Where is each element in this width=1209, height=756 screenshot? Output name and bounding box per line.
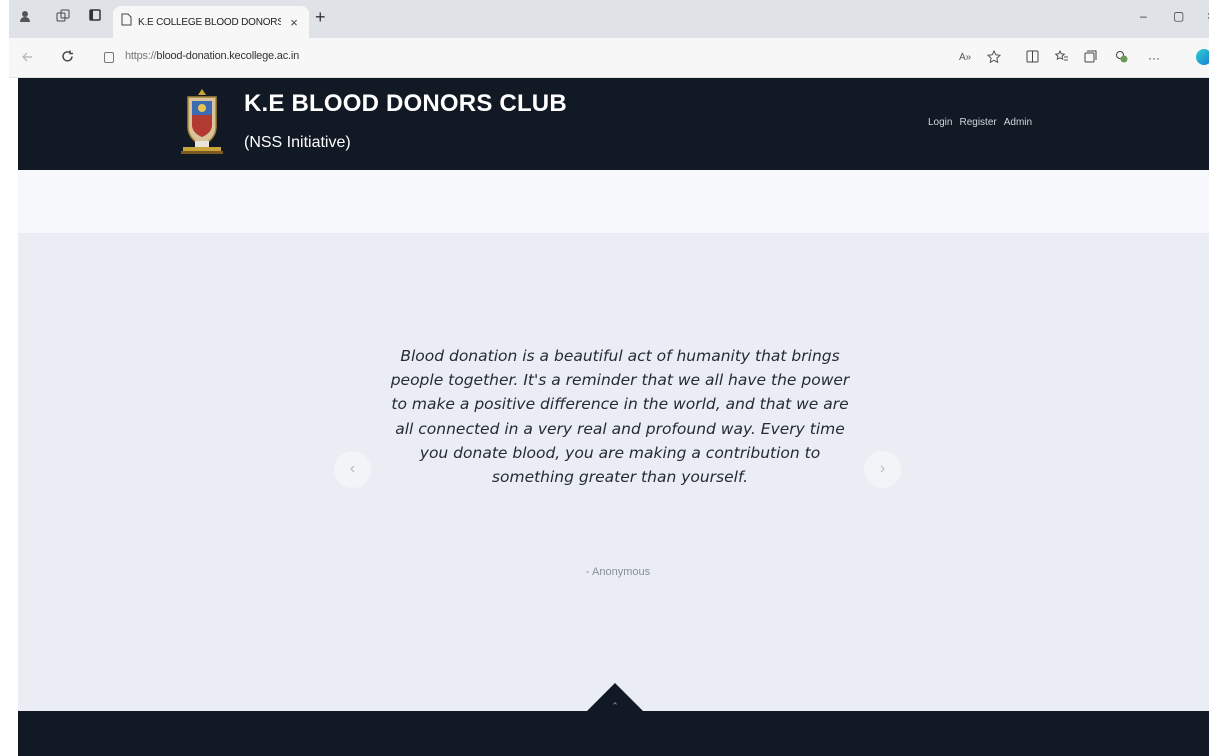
- workspaces-icon[interactable]: [55, 9, 71, 25]
- testimonial-carousel: ‹ Blood donation is a beautiful act of h…: [18, 233, 1209, 711]
- url-protocol: https://: [125, 50, 157, 62]
- carousel-next-button[interactable]: ›: [864, 451, 901, 488]
- tab-close-icon[interactable]: ×: [287, 15, 301, 30]
- nav-register-link[interactable]: Register: [959, 117, 996, 128]
- profile-icon[interactable]: [17, 9, 33, 25]
- tab-title: K.E COLLEGE BLOOD DONORS CL: [138, 16, 281, 28]
- url-field[interactable]: https://blood-donation.kecollege.ac.in: [125, 50, 299, 62]
- url-host: blood-donation.kecollege.ac.in: [156, 50, 300, 62]
- site-footer: [18, 711, 1209, 756]
- college-logo[interactable]: [181, 87, 223, 159]
- favorites-icon[interactable]: [1054, 49, 1069, 67]
- browser-tab-bar: K.E COLLEGE BLOOD DONORS CL × + – ▢ ×: [9, 0, 1209, 38]
- top-nav: Login Register Admin: [928, 117, 1032, 128]
- site-title: K.E BLOOD DONORS CLUB: [244, 90, 567, 117]
- restore-button[interactable]: ▢: [1173, 9, 1184, 23]
- browser-window: K.E COLLEGE BLOOD DONORS CL × + – ▢ × ht…: [0, 0, 1209, 756]
- site-subtitle: (NSS Initiative): [244, 134, 351, 151]
- top-spacer-strip: [18, 170, 1209, 233]
- address-bar-row: https://blood-donation.kecollege.ac.in A…: [9, 38, 1209, 78]
- testimonial-quote: Blood donation is a beautiful act of hum…: [390, 347, 850, 487]
- refresh-icon[interactable]: [61, 50, 74, 66]
- carousel-prev-button[interactable]: ‹: [334, 451, 371, 488]
- site-header: K.E BLOOD DONORS CLUB (NSS Initiative) L…: [18, 78, 1209, 170]
- nav-admin-link[interactable]: Admin: [1004, 117, 1032, 128]
- minimize-button[interactable]: –: [1140, 9, 1147, 23]
- tab-active[interactable]: K.E COLLEGE BLOOD DONORS CL ×: [113, 6, 309, 38]
- nav-login-link[interactable]: Login: [928, 117, 952, 128]
- favorite-star-icon[interactable]: [986, 49, 1002, 68]
- back-icon[interactable]: [21, 50, 33, 66]
- testimonial-author: - Anonymous: [585, 566, 651, 578]
- copilot-icon[interactable]: [1196, 49, 1209, 65]
- extensions-icon[interactable]: [1115, 50, 1129, 68]
- split-screen-icon[interactable]: [1026, 50, 1039, 67]
- site-info-icon[interactable]: [104, 52, 114, 63]
- page-icon: [121, 13, 132, 31]
- tab-actions-icon[interactable]: [87, 9, 103, 25]
- read-aloud-icon[interactable]: A»: [959, 50, 971, 66]
- more-options-icon[interactable]: ···: [1148, 50, 1160, 66]
- collections-icon[interactable]: [1084, 50, 1097, 67]
- new-tab-button[interactable]: +: [315, 8, 326, 26]
